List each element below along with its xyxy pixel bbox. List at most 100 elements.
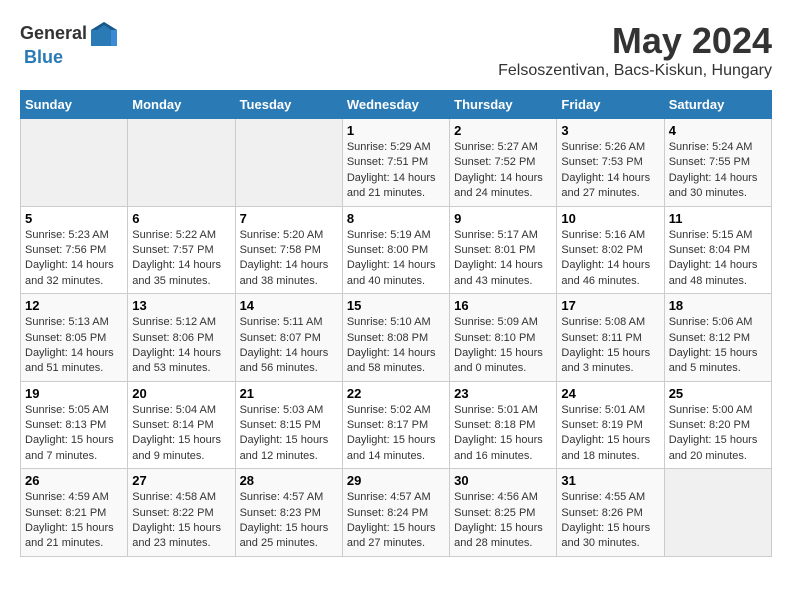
calendar-cell: 14Sunrise: 5:11 AMSunset: 8:07 PMDayligh… xyxy=(235,294,342,382)
day-info: Sunset: 8:17 PM xyxy=(347,418,445,433)
day-info: Sunrise: 4:55 AM xyxy=(561,490,659,505)
day-info: Daylight: 14 hours xyxy=(561,258,659,273)
day-number: 28 xyxy=(240,473,338,488)
calendar-cell: 18Sunrise: 5:06 AMSunset: 8:12 PMDayligh… xyxy=(664,294,771,382)
days-of-week-row: SundayMondayTuesdayWednesdayThursdayFrid… xyxy=(21,91,772,119)
day-info: Daylight: 14 hours xyxy=(347,171,445,186)
page-header: General Blue May 2024 Felsoszentivan, Ba… xyxy=(20,20,772,80)
day-info: Daylight: 15 hours xyxy=(132,521,230,536)
calendar-body: 1Sunrise: 5:29 AMSunset: 7:51 PMDaylight… xyxy=(21,119,772,557)
day-number: 31 xyxy=(561,473,659,488)
day-info: and 16 minutes. xyxy=(454,449,552,464)
day-info: Sunrise: 5:00 AM xyxy=(669,403,767,418)
day-info: Sunrise: 5:09 AM xyxy=(454,315,552,330)
day-info: Sunrise: 5:04 AM xyxy=(132,403,230,418)
day-number: 21 xyxy=(240,386,338,401)
day-info: Daylight: 14 hours xyxy=(240,346,338,361)
calendar-cell: 8Sunrise: 5:19 AMSunset: 8:00 PMDaylight… xyxy=(342,206,449,294)
day-info: and 14 minutes. xyxy=(347,449,445,464)
calendar-cell: 13Sunrise: 5:12 AMSunset: 8:06 PMDayligh… xyxy=(128,294,235,382)
day-number: 12 xyxy=(25,298,123,313)
day-info: Daylight: 14 hours xyxy=(347,258,445,273)
day-info: Daylight: 15 hours xyxy=(561,433,659,448)
day-info: and 30 minutes. xyxy=(561,536,659,551)
day-number: 5 xyxy=(25,211,123,226)
day-info: Sunset: 8:04 PM xyxy=(669,243,767,258)
day-info: Sunrise: 5:22 AM xyxy=(132,228,230,243)
day-info: Sunrise: 5:10 AM xyxy=(347,315,445,330)
day-info: Sunrise: 5:12 AM xyxy=(132,315,230,330)
day-info: Sunrise: 4:58 AM xyxy=(132,490,230,505)
calendar-cell: 28Sunrise: 4:57 AMSunset: 8:23 PMDayligh… xyxy=(235,469,342,557)
day-info: Daylight: 14 hours xyxy=(132,258,230,273)
day-info: Sunrise: 5:16 AM xyxy=(561,228,659,243)
day-info: Sunrise: 5:23 AM xyxy=(25,228,123,243)
day-number: 25 xyxy=(669,386,767,401)
calendar-cell: 22Sunrise: 5:02 AMSunset: 8:17 PMDayligh… xyxy=(342,381,449,469)
day-info: Sunrise: 5:08 AM xyxy=(561,315,659,330)
day-info: Daylight: 14 hours xyxy=(561,171,659,186)
day-info: and 18 minutes. xyxy=(561,449,659,464)
day-info: and 30 minutes. xyxy=(669,186,767,201)
calendar-header: SundayMondayTuesdayWednesdayThursdayFrid… xyxy=(21,91,772,119)
day-info: Sunrise: 5:15 AM xyxy=(669,228,767,243)
day-info: and 32 minutes. xyxy=(25,274,123,289)
calendar-cell: 20Sunrise: 5:04 AMSunset: 8:14 PMDayligh… xyxy=(128,381,235,469)
day-info: Daylight: 14 hours xyxy=(347,346,445,361)
week-row-4: 19Sunrise: 5:05 AMSunset: 8:13 PMDayligh… xyxy=(21,381,772,469)
day-info: and 48 minutes. xyxy=(669,274,767,289)
day-info: Sunset: 8:18 PM xyxy=(454,418,552,433)
day-info: Sunrise: 5:19 AM xyxy=(347,228,445,243)
day-info: Sunrise: 4:56 AM xyxy=(454,490,552,505)
day-number: 1 xyxy=(347,123,445,138)
calendar-cell xyxy=(235,119,342,207)
day-of-week-friday: Friday xyxy=(557,91,664,119)
calendar-cell: 17Sunrise: 5:08 AMSunset: 8:11 PMDayligh… xyxy=(557,294,664,382)
day-info: Sunrise: 5:26 AM xyxy=(561,140,659,155)
day-info: and 20 minutes. xyxy=(669,449,767,464)
calendar-cell: 29Sunrise: 4:57 AMSunset: 8:24 PMDayligh… xyxy=(342,469,449,557)
day-info: Daylight: 15 hours xyxy=(347,433,445,448)
day-info: and 51 minutes. xyxy=(25,361,123,376)
day-info: Daylight: 15 hours xyxy=(347,521,445,536)
day-info: Sunrise: 5:03 AM xyxy=(240,403,338,418)
calendar-cell: 26Sunrise: 4:59 AMSunset: 8:21 PMDayligh… xyxy=(21,469,128,557)
day-info: Sunset: 8:25 PM xyxy=(454,506,552,521)
month-title: May 2024 xyxy=(498,20,772,62)
day-info: Sunrise: 5:13 AM xyxy=(25,315,123,330)
calendar-cell: 21Sunrise: 5:03 AMSunset: 8:15 PMDayligh… xyxy=(235,381,342,469)
day-info: Sunrise: 4:57 AM xyxy=(240,490,338,505)
day-info: Daylight: 15 hours xyxy=(240,521,338,536)
calendar-cell xyxy=(664,469,771,557)
day-info: Sunrise: 5:06 AM xyxy=(669,315,767,330)
day-of-week-monday: Monday xyxy=(128,91,235,119)
day-number: 3 xyxy=(561,123,659,138)
logo: General Blue xyxy=(20,20,119,68)
day-info: and 23 minutes. xyxy=(132,536,230,551)
calendar-cell xyxy=(128,119,235,207)
day-info: Daylight: 14 hours xyxy=(454,258,552,273)
day-info: Sunset: 8:10 PM xyxy=(454,331,552,346)
day-info: Sunset: 8:00 PM xyxy=(347,243,445,258)
day-info: and 5 minutes. xyxy=(669,361,767,376)
day-info: and 3 minutes. xyxy=(561,361,659,376)
day-of-week-sunday: Sunday xyxy=(21,91,128,119)
day-number: 26 xyxy=(25,473,123,488)
calendar-cell: 27Sunrise: 4:58 AMSunset: 8:22 PMDayligh… xyxy=(128,469,235,557)
day-number: 14 xyxy=(240,298,338,313)
day-of-week-wednesday: Wednesday xyxy=(342,91,449,119)
calendar-cell: 10Sunrise: 5:16 AMSunset: 8:02 PMDayligh… xyxy=(557,206,664,294)
day-info: and 27 minutes. xyxy=(561,186,659,201)
day-info: Sunrise: 5:29 AM xyxy=(347,140,445,155)
day-info: and 21 minutes. xyxy=(25,536,123,551)
day-number: 17 xyxy=(561,298,659,313)
day-info: Sunset: 8:05 PM xyxy=(25,331,123,346)
day-info: Sunset: 8:24 PM xyxy=(347,506,445,521)
day-info: Sunrise: 5:27 AM xyxy=(454,140,552,155)
day-info: Daylight: 15 hours xyxy=(25,433,123,448)
day-info: Daylight: 14 hours xyxy=(669,171,767,186)
day-info: Sunset: 8:20 PM xyxy=(669,418,767,433)
calendar-cell: 2Sunrise: 5:27 AMSunset: 7:52 PMDaylight… xyxy=(450,119,557,207)
calendar-cell: 9Sunrise: 5:17 AMSunset: 8:01 PMDaylight… xyxy=(450,206,557,294)
calendar-cell: 3Sunrise: 5:26 AMSunset: 7:53 PMDaylight… xyxy=(557,119,664,207)
